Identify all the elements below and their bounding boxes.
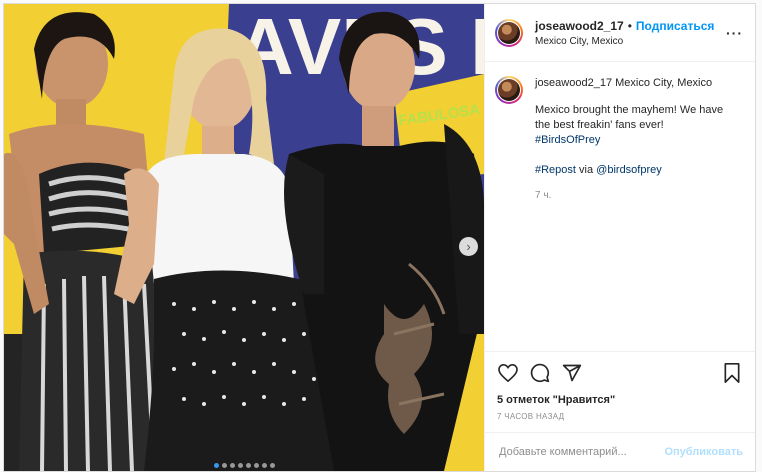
comment-icon[interactable] (529, 362, 551, 384)
post-header: joseawood2_17 • Подписаться Mexico City,… (485, 4, 755, 62)
caption-location[interactable]: Mexico City, Mexico (615, 77, 712, 89)
comment-input[interactable] (497, 445, 665, 459)
avatar[interactable] (495, 18, 523, 47)
repost-hashtag-link[interactable]: #Repost (535, 164, 576, 176)
post-side-panel: joseawood2_17 • Подписаться Mexico City,… (484, 4, 755, 471)
bookmark-icon[interactable] (721, 362, 743, 384)
slide-dot (245, 463, 251, 468)
slide-dot (221, 463, 227, 468)
slide-dot (229, 463, 235, 468)
photo-illustration: AVES DE FABULOSA EMANCIPAC (4, 4, 484, 471)
separator-dot: • (627, 18, 632, 33)
heart-icon[interactable] (497, 362, 519, 384)
publish-button[interactable]: Опубликовать (664, 446, 743, 458)
slide-dot (261, 463, 267, 468)
slide-dot (213, 463, 219, 468)
slide-indicator (4, 463, 484, 468)
chevron-right-icon: › (466, 239, 471, 254)
caption: joseawood2_17 Mexico City, Mexico Mexico… (495, 76, 743, 203)
comments-area: joseawood2_17 Mexico City, Mexico Mexico… (485, 62, 755, 351)
follow-button[interactable]: Подписаться (636, 19, 714, 33)
caption-username[interactable]: joseawood2_17 (535, 77, 612, 89)
caption-avatar[interactable] (495, 76, 523, 104)
slide-dot (269, 463, 275, 468)
via-text: via (579, 164, 594, 176)
post-timestamp: 7 ЧАСОВ НАЗАД (497, 412, 565, 421)
post-actions: 5 отметок "Нравится" 7 ЧАСОВ НАЗАД (485, 351, 755, 421)
caption-text: Mexico brought the mayhem! We have the b… (535, 104, 724, 131)
hashtag-link[interactable]: #BirdsOfPrey (535, 134, 600, 146)
header-location[interactable]: Mexico City, Mexico (535, 36, 726, 47)
avatar-image (498, 79, 520, 101)
post-photo[interactable]: AVES DE FABULOSA EMANCIPAC (4, 4, 484, 471)
slide-dot (253, 463, 259, 468)
avatar-image (498, 21, 520, 44)
caption-time: 7 ч. (535, 190, 552, 201)
paper-plane-icon[interactable] (561, 362, 583, 384)
more-options-icon[interactable]: ··· (726, 25, 743, 41)
slide-dot (237, 463, 243, 468)
next-slide-button[interactable]: › (459, 237, 478, 256)
likes-count[interactable]: 5 отметок "Нравится" (497, 394, 743, 406)
mention-link[interactable]: @birdsofprey (596, 164, 662, 176)
instagram-post: AVES DE FABULOSA EMANCIPAC (3, 3, 756, 472)
header-username[interactable]: joseawood2_17 (535, 19, 624, 33)
add-comment-bar: Опубликовать (485, 432, 755, 471)
